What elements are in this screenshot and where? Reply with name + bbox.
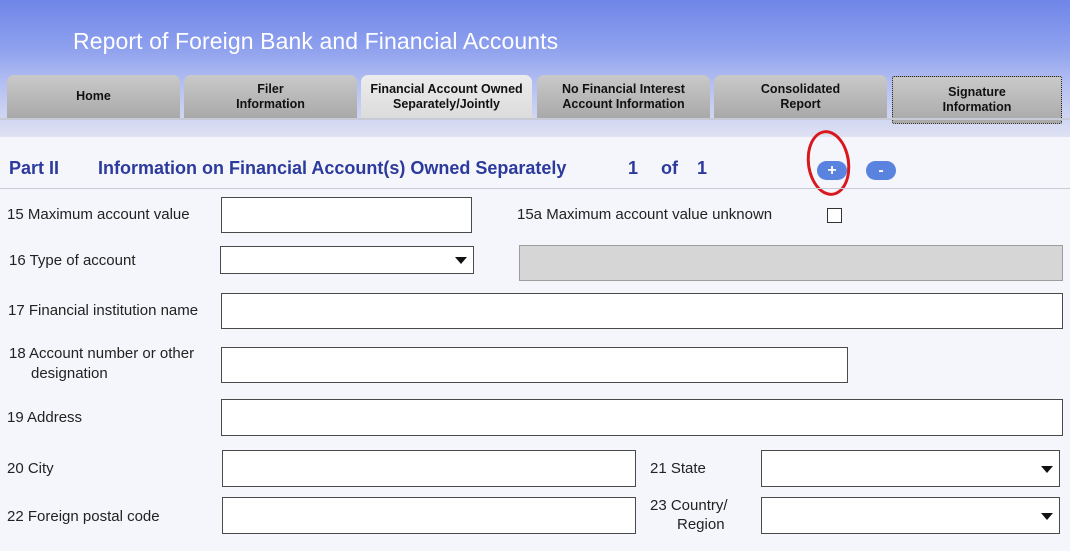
account-number-label-line2: designation: [31, 365, 108, 382]
record-total: 1: [697, 158, 708, 178]
institution-name-label: 17 Financial institution name: [8, 302, 199, 319]
tab-financial-account-owned[interactable]: Financial Account Owned Separately/Joint…: [361, 75, 532, 118]
city-label: 20 City: [7, 460, 54, 477]
address-input[interactable]: [221, 399, 1063, 436]
tab-strip-divider: [0, 118, 1070, 120]
tab-no-financial-interest-label: No Financial Interest Account Informatio…: [562, 81, 685, 111]
section-title: Information on Financial Account(s) Owne…: [98, 158, 567, 178]
dropdown-arrow-icon: [455, 257, 467, 264]
minus-icon: -: [878, 161, 884, 179]
state-label: 21 State: [650, 460, 706, 477]
city-input[interactable]: [222, 450, 636, 487]
tab-filer-information[interactable]: Filer Information: [184, 75, 357, 118]
country-label-line2: Region: [677, 516, 725, 533]
country-select[interactable]: [761, 497, 1060, 534]
dropdown-arrow-icon: [1041, 465, 1053, 473]
type-of-account-label: 16 Type of account: [9, 252, 136, 269]
tab-filer-information-label: Filer Information: [236, 81, 305, 111]
state-select[interactable]: [761, 450, 1060, 487]
type-of-account-select[interactable]: [220, 246, 474, 274]
remove-account-button[interactable]: -: [866, 161, 896, 180]
app-title: Report of Foreign Bank and Financial Acc…: [73, 28, 559, 54]
account-number-input[interactable]: [221, 347, 848, 383]
part-label: Part II: [9, 158, 60, 178]
country-label: 23 Country/: [650, 497, 728, 514]
max-value-input[interactable]: [221, 197, 472, 233]
max-value-unknown-checkbox[interactable]: [827, 208, 842, 223]
postal-code-input[interactable]: [222, 497, 636, 534]
tab-home-label: Home: [76, 89, 111, 103]
section-divider: [0, 188, 1070, 189]
record-of-label: of: [661, 158, 678, 178]
institution-name-input[interactable]: [221, 293, 1063, 329]
address-label: 19 Address: [7, 409, 83, 426]
record-current: 1: [628, 158, 639, 178]
tab-consolidated-report-label: Consolidated Report: [760, 81, 841, 111]
tab-financial-account-owned-label: Financial Account Owned Separately/Joint…: [370, 81, 523, 111]
tab-signature-information-label: Signature Information: [942, 85, 1012, 114]
tab-no-financial-interest[interactable]: No Financial Interest Account Informatio…: [537, 75, 710, 118]
max-value-label: 15 Maximum account value: [7, 206, 190, 223]
tab-signature-information[interactable]: Signature Information: [892, 76, 1062, 124]
tab-home[interactable]: Home: [7, 75, 180, 118]
type-of-account-other-input: [519, 245, 1063, 281]
account-number-label: 18 Account number or other: [9, 345, 195, 362]
postal-code-label: 22 Foreign postal code: [7, 508, 160, 525]
tab-consolidated-report[interactable]: Consolidated Report: [714, 75, 887, 118]
max-value-unknown-label: 15a Maximum account value unknown: [517, 206, 773, 223]
dropdown-arrow-icon: [1041, 512, 1053, 520]
